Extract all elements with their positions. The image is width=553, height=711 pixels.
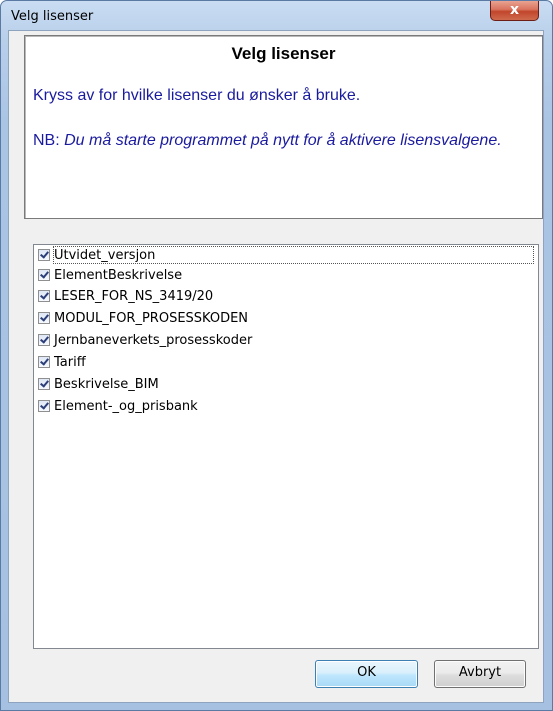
- focus-rectangle: [53, 246, 534, 264]
- list-item[interactable]: Jernbaneverkets_prosesskoder: [38, 330, 252, 350]
- close-button[interactable]: x: [490, 1, 539, 21]
- checkbox[interactable]: [38, 378, 50, 390]
- list-item[interactable]: Beskrivelse_BIM: [38, 374, 159, 394]
- license-label: MODUL_FOR_PROSESSKODEN: [54, 310, 249, 326]
- list-item[interactable]: LESER_FOR_NS_3419/20: [38, 286, 213, 306]
- info-heading: Velg lisenser: [231, 44, 336, 63]
- list-item[interactable]: Tariff: [38, 352, 86, 372]
- note-text: Du må starte programmet på nytt for å ak…: [64, 132, 502, 149]
- list-item[interactable]: ElementBeskrivelse: [38, 265, 182, 285]
- list-item[interactable]: Element-_og_prisbank: [38, 396, 198, 416]
- checkbox[interactable]: [38, 334, 50, 346]
- title-bar[interactable]: Velg lisenser x: [1, 1, 552, 31]
- info-panel: Velg lisenser Kryss av for hvilke lisens…: [24, 35, 543, 219]
- note-prefix: NB:: [33, 132, 65, 149]
- checkbox[interactable]: [38, 249, 50, 261]
- license-label: ElementBeskrivelse: [54, 267, 183, 283]
- checkbox[interactable]: [38, 312, 50, 324]
- license-label: Element-_og_prisbank: [54, 398, 198, 414]
- checkbox[interactable]: [38, 269, 50, 281]
- license-label: LESER_FOR_NS_3419/20: [54, 288, 214, 304]
- license-list[interactable]: Utvidet_versjon ElementBeskrivelse LESER…: [33, 244, 539, 649]
- ok-button[interactable]: OK: [315, 660, 418, 688]
- close-icon: x: [509, 2, 520, 18]
- cancel-button[interactable]: Avbryt: [434, 660, 526, 688]
- list-item[interactable]: MODUL_FOR_PROSESSKODEN: [38, 308, 248, 328]
- checkbox[interactable]: [38, 400, 50, 412]
- checkbox[interactable]: [38, 290, 50, 302]
- license-label: Beskrivelse_BIM: [54, 376, 159, 392]
- checkbox[interactable]: [38, 356, 50, 368]
- info-instruction: Kryss av for hvilke lisenser du ønsker å…: [33, 87, 361, 104]
- license-label: Jernbaneverkets_prosesskoder: [54, 332, 253, 348]
- license-label: Tariff: [54, 354, 86, 370]
- info-note: NB: Du må starte programmet på nytt for …: [33, 131, 528, 151]
- window-title: Velg lisenser: [11, 9, 94, 24]
